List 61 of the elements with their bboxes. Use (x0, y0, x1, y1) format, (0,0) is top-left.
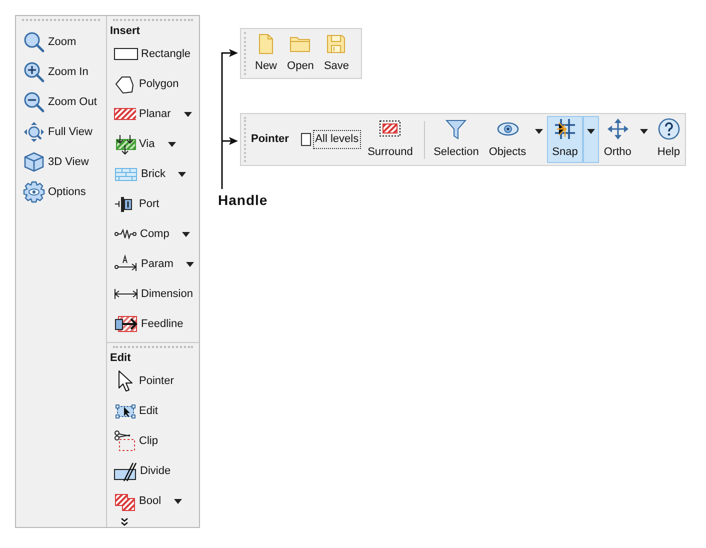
section-heading: Edit (109, 351, 132, 366)
caret-icon (586, 129, 595, 134)
toolbar-title: Pointer (251, 132, 289, 148)
tool-button[interactable]: Pointer (107, 366, 199, 396)
tool-button[interactable]: Zoom In (16, 57, 106, 87)
tool-button[interactable]: Planar (107, 99, 199, 129)
scissors-icon (114, 430, 136, 452)
tool-button[interactable]: Full View (16, 117, 106, 147)
tool-button[interactable]: Rectangle (107, 39, 199, 69)
tool-button[interactable]: Port (107, 189, 199, 219)
caret-icon (174, 498, 182, 504)
via-icon (114, 133, 136, 155)
tool-button[interactable]: Options (16, 177, 106, 207)
tool-button[interactable]: Comp (107, 219, 199, 249)
caret-icon (182, 232, 190, 236)
caret-icon (184, 112, 192, 116)
divide-icon (114, 460, 137, 482)
zoom-icon (23, 31, 45, 53)
overflow-chevron-icon[interactable] (121, 518, 128, 526)
section-heading: Insert (109, 24, 141, 39)
move-arrows-icon (23, 121, 45, 143)
toolbar-button[interactable]: Open (282, 29, 319, 78)
annotation-label: Handle (218, 191, 268, 210)
tool-button[interactable]: Via (107, 129, 199, 159)
toolbar-button[interactable]: Snap (547, 116, 583, 163)
toolbar-button[interactable]: Surround (362, 116, 418, 163)
funnel-icon (445, 118, 468, 140)
tool-button[interactable]: Zoom Out (16, 87, 106, 117)
caret-icon (640, 129, 648, 134)
grid-snap-icon (554, 118, 576, 140)
tool-button[interactable]: Divide (107, 456, 199, 486)
caret-icon (535, 129, 544, 134)
tool-button[interactable]: 3D View (16, 147, 106, 177)
toolbar-button[interactable]: Objects (484, 116, 532, 163)
move-arrows-icon (606, 118, 629, 140)
dropdown-button[interactable] (582, 116, 599, 163)
caret-icon (186, 262, 194, 266)
tool-button[interactable]: Feedline (107, 309, 199, 339)
checkbox-label[interactable]: All levels (313, 130, 361, 149)
gear-icon (23, 181, 45, 203)
toolbar-button[interactable]: Help (652, 116, 685, 163)
toolbar-button[interactable]: New (250, 29, 282, 78)
tool-button[interactable]: Bool (107, 486, 199, 516)
tool-button[interactable]: Dimension (107, 279, 199, 309)
help-icon (658, 118, 680, 140)
zoom-out-icon (23, 91, 45, 113)
toolbar-button[interactable]: Save (318, 29, 354, 78)
zoom-in-icon (23, 61, 45, 83)
toolbar-button[interactable]: Selection (428, 116, 484, 163)
tool-button[interactable]: Polygon (107, 69, 199, 99)
tool-button[interactable]: Param (107, 249, 199, 279)
tool-button[interactable]: Brick (107, 159, 199, 189)
tool-button[interactable]: Edit (107, 396, 199, 426)
feedline-icon (114, 313, 138, 335)
tool-button[interactable]: Zoom (16, 27, 106, 57)
cube-icon (23, 151, 45, 173)
caret-icon (168, 142, 176, 146)
toolbar-button[interactable]: Ortho (598, 116, 636, 163)
tool-button[interactable]: Clip (107, 426, 199, 456)
caret-icon (178, 172, 186, 176)
checkbox[interactable] (300, 133, 312, 146)
